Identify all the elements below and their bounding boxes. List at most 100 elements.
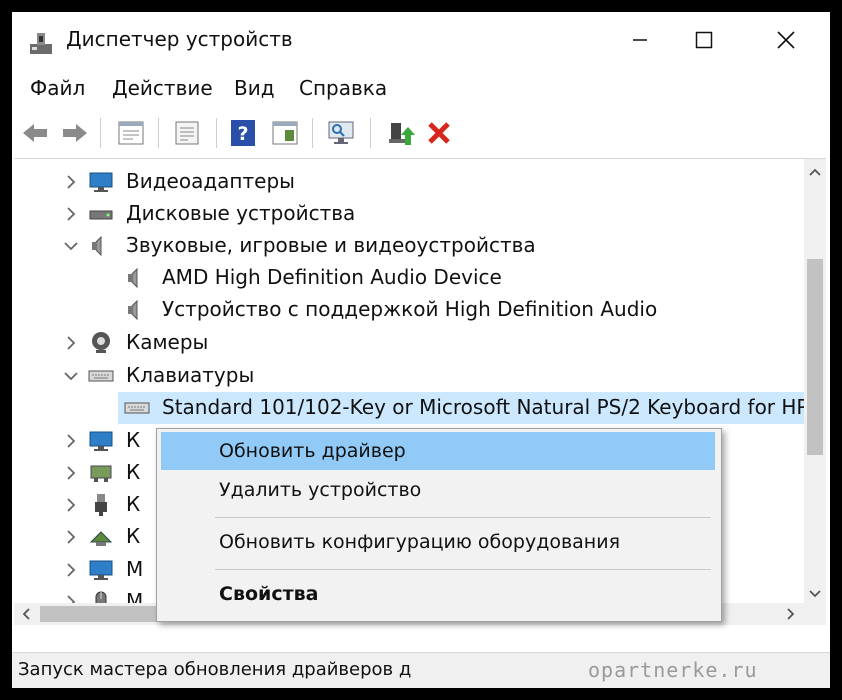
watermark: opartnerke.ru xyxy=(588,658,758,682)
context-menu: Обновить драйвер Удалить устройство Обно… xyxy=(156,428,722,622)
toolbar-separator xyxy=(158,118,159,148)
scan-hardware-icon xyxy=(328,121,354,144)
menu-file[interactable]: Файл xyxy=(30,76,85,100)
tree-item-label: К xyxy=(126,428,141,452)
chevron-right-icon[interactable] xyxy=(62,561,80,579)
chevron-right-icon[interactable] xyxy=(62,334,80,352)
scroll-up-icon[interactable] xyxy=(809,167,821,177)
tree-item-display-adapters[interactable]: Видеоадаптеры xyxy=(14,166,794,198)
vertical-scrollbar[interactable] xyxy=(804,159,826,607)
toolbar-separator xyxy=(216,118,217,148)
maximize-button[interactable] xyxy=(684,20,724,60)
chevron-right-icon[interactable] xyxy=(62,496,80,514)
menu-item-label: Свойства xyxy=(219,583,319,605)
monitor-icon xyxy=(89,560,113,580)
tree-item-label: Камеры xyxy=(126,330,209,354)
help-button[interactable]: ? xyxy=(228,118,258,148)
tree-item-cameras[interactable]: Камеры xyxy=(14,327,794,359)
camera-icon xyxy=(92,332,110,353)
status-bar: Запуск мастера обновления драйверов д op… xyxy=(12,652,830,688)
device-manager-window: Диспетчер устройств Файл Действие Вид Сп… xyxy=(12,12,830,688)
help-icon: ? xyxy=(231,120,255,146)
menu-item-properties[interactable]: Свойства xyxy=(161,575,715,613)
menu-item-label: Обновить конфигурацию оборудования xyxy=(219,531,621,553)
display-adapter-icon xyxy=(89,172,113,192)
chevron-down-icon[interactable] xyxy=(62,237,80,255)
menu-item-uninstall-device[interactable]: Удалить устройство xyxy=(161,471,715,509)
menu-item-label: Обновить драйвер xyxy=(219,440,406,462)
tree-item-label: К xyxy=(126,524,141,548)
tree-item-amd-audio[interactable]: AMD High Definition Audio Device xyxy=(14,262,794,294)
scroll-down-icon[interactable] xyxy=(809,589,821,599)
vertical-scroll-thumb[interactable] xyxy=(807,259,823,455)
properties-icon xyxy=(118,121,144,145)
minimize-button[interactable] xyxy=(620,20,660,60)
tree-item-sound-devices[interactable]: Звуковые, игровые и видеоустройства xyxy=(14,230,794,262)
toolbar-separator xyxy=(100,118,101,148)
chevron-right-icon[interactable] xyxy=(62,205,80,223)
menu-action[interactable]: Действие xyxy=(112,76,213,100)
menu-item-label: Удалить устройство xyxy=(219,479,422,501)
speaker-icon xyxy=(128,299,138,321)
network-icon xyxy=(90,465,112,482)
tree-item-ps2-keyboard[interactable]: Standard 101/102-Key or Microsoft Natura… xyxy=(118,392,826,424)
usb-icon xyxy=(95,494,107,516)
chevron-right-icon[interactable] xyxy=(62,432,80,450)
chevron-right-icon[interactable] xyxy=(62,528,80,546)
title-bar: Диспетчер устройств xyxy=(12,12,830,70)
svg-text:?: ? xyxy=(237,123,248,145)
scan-hardware-button[interactable] xyxy=(326,118,356,148)
window-title: Диспетчер устройств xyxy=(66,27,293,51)
tree-item-label: М xyxy=(126,557,144,581)
toolbar: ? xyxy=(12,112,830,154)
uninstall-button[interactable] xyxy=(424,118,454,148)
close-button[interactable] xyxy=(766,20,806,60)
keyboard-icon xyxy=(88,370,114,382)
tree-item-label: Устройство с поддержкой High Definition … xyxy=(162,297,658,321)
update-list-icon xyxy=(175,121,199,145)
tree-item-hd-audio[interactable]: Устройство с поддержкой High Definition … xyxy=(14,294,794,326)
disk-drive-icon xyxy=(89,210,113,220)
chevron-down-icon[interactable] xyxy=(62,367,80,385)
tree-item-label: Standard 101/102-Key or Microsoft Natura… xyxy=(162,395,826,419)
tree-item-label: Клавиатуры xyxy=(126,363,255,387)
speaker-icon xyxy=(92,235,102,257)
forward-icon xyxy=(63,124,87,142)
tree-item-label: К xyxy=(126,492,141,516)
scrollbar-corner xyxy=(804,603,826,625)
menu-separator xyxy=(215,517,711,518)
back-button[interactable] xyxy=(20,118,50,148)
minimize-icon xyxy=(633,39,647,41)
menu-help[interactable]: Справка xyxy=(299,76,387,100)
tree-item-disk-drives[interactable]: Дисковые устройства xyxy=(14,198,794,230)
update-driver-button[interactable] xyxy=(386,118,416,148)
menu-view[interactable]: Вид xyxy=(234,76,275,100)
uninstall-icon xyxy=(428,122,450,144)
tree-item-label: AMD High Definition Audio Device xyxy=(162,265,502,289)
forward-button[interactable] xyxy=(60,118,90,148)
menu-item-update-driver[interactable]: Обновить драйвер xyxy=(161,432,715,470)
update-driver-icon xyxy=(389,123,415,145)
tree-item-keyboards[interactable]: Клавиатуры xyxy=(14,360,794,392)
tree-item-label: К xyxy=(126,460,141,484)
update-list-button[interactable] xyxy=(172,118,202,148)
chevron-right-icon[interactable] xyxy=(62,173,80,191)
chevron-right-icon[interactable] xyxy=(62,464,80,482)
menu-item-scan-hardware[interactable]: Обновить конфигурацию оборудования xyxy=(161,523,715,561)
monitor-icon xyxy=(89,431,113,451)
menu-separator xyxy=(215,569,711,570)
tree-item-label: Звуковые, игровые и видеоустройства xyxy=(126,233,536,257)
menu-bar: Файл Действие Вид Справка xyxy=(12,72,830,106)
scroll-right-icon[interactable] xyxy=(786,608,796,620)
toolbar-separator xyxy=(370,118,371,148)
keyboard-icon xyxy=(124,402,150,414)
scroll-left-icon[interactable] xyxy=(21,608,31,620)
plugin-icon xyxy=(89,531,113,546)
view-button[interactable] xyxy=(270,118,300,148)
maximize-icon xyxy=(695,31,713,49)
close-icon xyxy=(777,31,795,49)
tree-item-label: Видеоадаптеры xyxy=(126,169,295,193)
status-text: Запуск мастера обновления драйверов д xyxy=(18,659,412,680)
properties-button[interactable] xyxy=(116,118,146,148)
back-icon xyxy=(23,124,47,142)
